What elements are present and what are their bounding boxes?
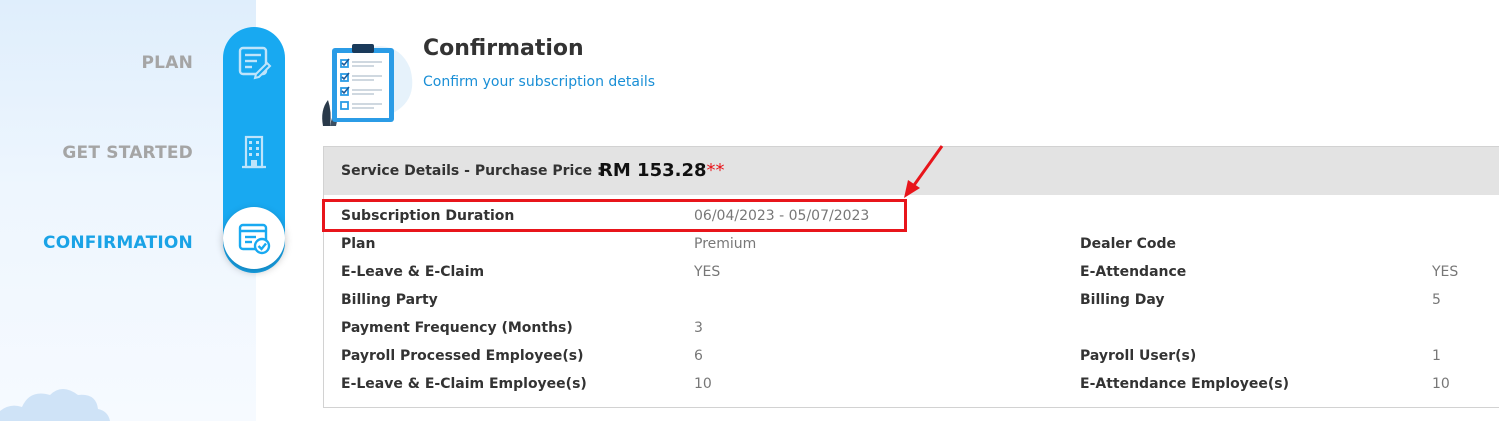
payroll-employees-label: Payroll Processed Employee(s) (341, 348, 584, 364)
payment-frequency-label: Payment Frequency (Months) (341, 320, 573, 336)
eattendance-employees-value: 10 (1432, 376, 1450, 392)
step-label-get-started[interactable]: GET STARTED (62, 143, 193, 163)
confirmation-check-icon[interactable] (236, 220, 272, 256)
payroll-users-label: Payroll User(s) (1080, 348, 1197, 364)
eattendance-label: E-Attendance (1080, 264, 1187, 280)
billing-party-label: Billing Party (341, 292, 438, 308)
step-label-confirmation[interactable]: CONFIRMATION (43, 233, 193, 253)
eleave-eclaim-label: E-Leave & E-Claim (341, 264, 485, 280)
step-label-plan[interactable]: PLAN (142, 53, 193, 73)
building-icon[interactable] (236, 134, 272, 170)
clipboard-checklist-illustration (322, 44, 413, 126)
stepper-panel (0, 0, 256, 421)
billing-day-value: 5 (1432, 292, 1441, 308)
cloud-decoration (0, 389, 110, 421)
purchase-price: RM 153.28** (599, 160, 725, 181)
payroll-employees-value: 6 (694, 348, 703, 364)
page-title: Confirmation (423, 36, 584, 61)
plan-label: Plan (341, 236, 376, 252)
plan-value: Premium (694, 236, 757, 252)
payroll-users-value: 1 (1432, 348, 1441, 364)
page-subtitle: Confirm your subscription details (423, 74, 656, 90)
service-details-heading: Service Details - Purchase Price : (341, 163, 603, 179)
eattendance-value: YES (1432, 264, 1459, 280)
plan-document-icon[interactable] (236, 44, 272, 80)
eattendance-employees-label: E-Attendance Employee(s) (1080, 376, 1289, 392)
eleave-eclaim-value: YES (694, 264, 721, 280)
subscription-duration-highlight (322, 199, 907, 232)
price-asterisks: ** (706, 160, 725, 181)
payment-frequency-value: 3 (694, 320, 703, 336)
purchase-price-value: RM 153.28 (599, 160, 707, 181)
eleave-employees-label: E-Leave & E-Claim Employee(s) (341, 376, 587, 392)
annotation-arrow (904, 145, 944, 198)
eleave-employees-value: 10 (694, 376, 712, 392)
billing-day-label: Billing Day (1080, 292, 1165, 308)
dealer-code-label: Dealer Code (1080, 236, 1177, 252)
